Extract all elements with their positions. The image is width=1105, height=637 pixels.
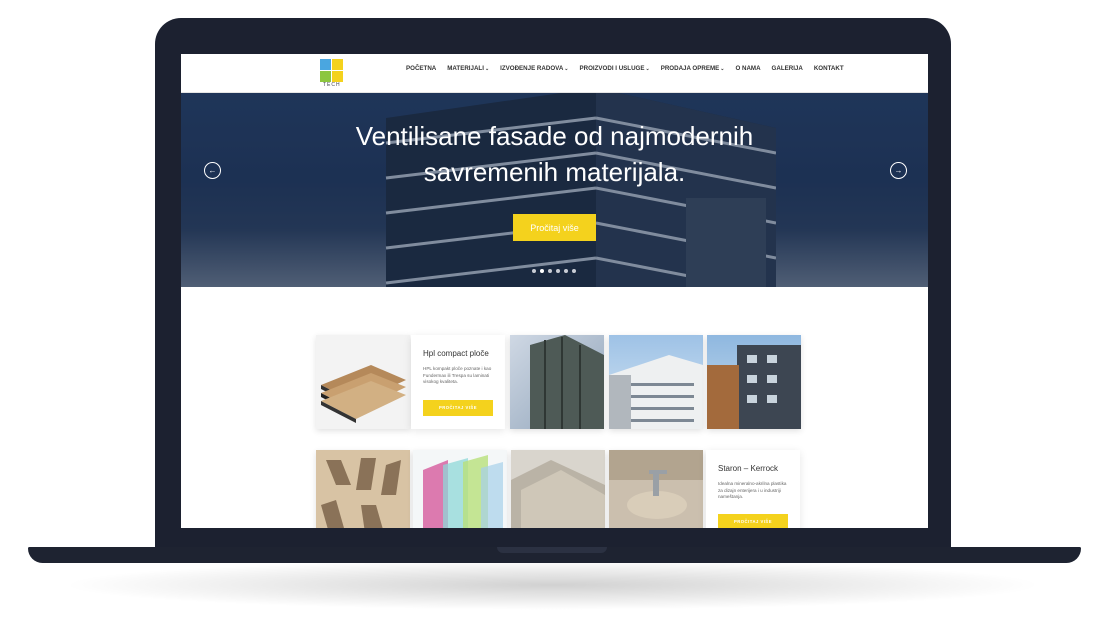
product-card-staron: Staron – Kerrock Idealna mineralno-akril…: [706, 450, 800, 528]
product-image-modern-housing[interactable]: [707, 335, 801, 429]
slider-dots: [532, 269, 576, 273]
product-description: Idealna mineralno-akrilna plastika za di…: [718, 481, 787, 499]
nav-item-materijali[interactable]: MATERIJALI⌄: [447, 65, 489, 72]
nav-label: GALERIJA: [771, 65, 803, 72]
nav-label: PROIZVODI I USLUGE: [579, 65, 645, 72]
site-logo[interactable]: TECH: [318, 58, 346, 88]
slider-dot[interactable]: [548, 269, 552, 273]
laptop-shadow: [60, 560, 1045, 610]
logo-text: TECH: [323, 82, 341, 88]
slider-dot[interactable]: [556, 269, 560, 273]
nav-label: PRODAJA OPREME: [660, 65, 720, 72]
laptop-notch: [497, 547, 607, 553]
product-card-hpl: Hpl compact ploče HPL kompakt ploče pozn…: [411, 335, 505, 429]
nav-label: POČETNA: [406, 65, 437, 72]
nav-label: MATERIJALI: [447, 65, 484, 72]
chevron-down-icon: ⌄: [564, 66, 569, 72]
chevron-down-icon: ⌄: [720, 66, 725, 72]
website-screen: TECH POČETNA MATERIJALI⌄ IZVOĐENJE RADOV…: [181, 54, 928, 528]
logo-square-blue: [320, 59, 331, 70]
navbar: TECH POČETNA MATERIJALI⌄ IZVOĐENJE RADOV…: [181, 54, 928, 93]
slider-dot[interactable]: [564, 269, 568, 273]
arrow-right-icon[interactable]: →: [890, 162, 907, 179]
nav-item-o-nama[interactable]: O NAMA: [735, 65, 760, 72]
product-image-white-building[interactable]: [609, 335, 703, 429]
arrow-left-icon[interactable]: ←: [204, 162, 221, 179]
hero-title: Ventilisane fasade od najmodernih savrem…: [355, 121, 754, 187]
read-more-button[interactable]: PROČITAJ VIŠE: [423, 400, 493, 416]
chevron-down-icon: ⌄: [645, 66, 650, 72]
product-title: Staron – Kerrock: [718, 464, 779, 473]
logo-square-green: [320, 71, 331, 82]
nav-item-izvodjenje-radova[interactable]: IZVOĐENJE RADOVA⌄: [500, 65, 568, 72]
read-more-button[interactable]: Pročitaj više: [513, 214, 596, 241]
product-image-perforated-facade[interactable]: [316, 450, 410, 528]
nav-label: IZVOĐENJE RADOVA: [500, 65, 564, 72]
slider-dot[interactable]: [572, 269, 576, 273]
read-more-button[interactable]: PROČITAJ VIŠE: [718, 514, 788, 528]
slider-dot-active[interactable]: [540, 269, 544, 273]
logo-square-yellow: [332, 59, 343, 70]
product-image-facade-panels[interactable]: [510, 335, 604, 429]
chevron-down-icon: ⌄: [484, 66, 490, 72]
nav-item-proizvodi-i-usluge[interactable]: PROIZVODI I USLUGE⌄: [580, 65, 650, 72]
nav-item-pocetna[interactable]: POČETNA: [406, 65, 436, 72]
product-image-hpl-boards[interactable]: [316, 335, 410, 429]
nav-item-galerija[interactable]: GALERIJA: [772, 65, 803, 72]
product-image-polycarbonate[interactable]: [511, 450, 605, 528]
nav-label: O NAMA: [735, 65, 761, 72]
nav-item-prodaja-opreme[interactable]: PRODAJA OPREME⌄: [661, 65, 725, 72]
product-image-acrylic-sheets[interactable]: [413, 450, 507, 528]
hero-slider: Ventilisane fasade od najmodernih savrem…: [181, 93, 928, 287]
logo-square-yellow-2: [332, 71, 343, 82]
product-title: Hpl compact ploče: [423, 349, 489, 358]
slider-dot[interactable]: [532, 269, 536, 273]
main-nav: POČETNA MATERIJALI⌄ IZVOĐENJE RADOVA⌄ PR…: [406, 65, 855, 72]
nav-item-kontakt[interactable]: KONTAKT: [814, 65, 844, 72]
nav-label: KONTAKT: [813, 65, 844, 72]
product-image-staron-kerrock[interactable]: [609, 450, 703, 528]
product-description: HPL kompakt ploče poznate i kao Funderma…: [423, 366, 492, 384]
